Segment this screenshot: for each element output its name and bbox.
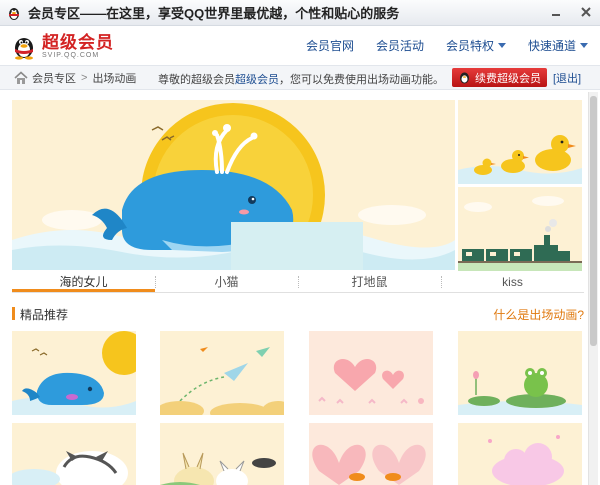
notice-highlight[interactable]: 超级会员 (235, 74, 279, 86)
tab-kitten[interactable]: 小猫 (155, 271, 298, 292)
section-title: 精品推荐 (20, 308, 69, 322)
top-nav: 会员官网 会员活动 会员特权 快速通道 (306, 37, 588, 54)
tab-whack-a-mole[interactable]: 打地鼠 (298, 271, 441, 292)
vertical-scrollbar[interactable] (588, 92, 598, 485)
nav-quick-access[interactable]: 快速通道 (528, 37, 588, 54)
nav-label: 会员特权 (445, 39, 494, 53)
tab-kiss[interactable]: kiss (441, 271, 584, 292)
redacted-region (231, 222, 363, 270)
animation-tabs: 海的女儿 小猫 打地鼠 kiss (12, 271, 584, 293)
logo-main-text: 超级会员 (42, 32, 114, 52)
nav-member-site[interactable]: 会员官网 (306, 37, 354, 54)
thumbnail-hearts[interactable] (309, 331, 433, 415)
renew-svip-button[interactable]: 续费超级会员 (452, 68, 547, 87)
penguin-badge-icon (460, 72, 469, 84)
caret-down-icon (497, 43, 506, 48)
cat-thumb-image (12, 423, 136, 485)
nav-label: 快速通道 (527, 39, 576, 53)
thumbnail-whale[interactable] (12, 331, 136, 415)
featured-thumbnail-ducks[interactable] (458, 100, 582, 184)
thumbnail-frog[interactable] (458, 331, 582, 415)
svip-logo: 超级会员 SVIP.QQ.COM (10, 32, 114, 60)
notice-text: 尊敬的超级会员 (158, 74, 235, 86)
qq-penguin-icon (9, 7, 19, 20)
logo-sub-text: SVIP.QQ.COM (42, 51, 100, 59)
exit-link[interactable]: [退出] (553, 70, 581, 86)
nav-member-events[interactable]: 会员活动 (376, 37, 424, 54)
hearts-thumb-image (309, 331, 433, 415)
thumbnail-rabbits[interactable] (160, 423, 284, 485)
window-title: 会员专区——在这里，享受QQ世界里最优越，个性和贴心的服务 (28, 6, 400, 21)
what-is-animation-link[interactable]: 什么是出场动画? (493, 306, 584, 323)
qq-vip-window: 会员专区——在这里，享受QQ世界里最优越，个性和贴心的服务 超级会员 SVIP.… (0, 0, 600, 485)
thumbnail-cat[interactable] (12, 423, 136, 485)
header: 超级会员 SVIP.QQ.COM 会员官网 会员活动 会员特权 快速通道 (0, 27, 600, 65)
qq-penguin-logo-icon (15, 38, 33, 60)
member-notice: 尊敬的超级会员超级会员，您可以免费使用出场动画功能。 (158, 71, 444, 87)
thumbnail-paper-planes[interactable] (160, 331, 284, 415)
breadcrumb-item-entrance-animation: 出场动画 (92, 72, 137, 85)
featured-animation-whale[interactable] (12, 100, 455, 270)
train-scene-image (458, 187, 582, 271)
thumbnail-goldfish[interactable] (309, 423, 433, 485)
home-icon[interactable] (14, 70, 28, 85)
minimize-icon[interactable] (548, 4, 564, 20)
whale-thumb-image (12, 331, 136, 415)
title-bar: 会员专区——在这里，享受QQ世界里最优越，个性和贴心的服务 (0, 0, 600, 26)
goldfish-thumb-image (309, 423, 433, 485)
rabbits-thumb-image (160, 423, 284, 485)
recommended-section-header: 精品推荐 什么是出场动画? (12, 305, 584, 323)
caret-down-icon (580, 43, 588, 48)
ducks-scene-image (458, 100, 582, 184)
paper-planes-thumb-image (160, 331, 284, 415)
section-accent-bar (12, 307, 15, 320)
close-icon[interactable] (578, 4, 594, 20)
breadcrumb-item-member-area[interactable]: 会员专区 (32, 70, 76, 86)
thumbnail-clouds[interactable] (458, 423, 582, 485)
tab-little-mermaid[interactable]: 海的女儿 (12, 271, 155, 292)
frog-thumb-image (458, 331, 582, 415)
notice-text: ，您可以免费使用出场动画功能。 (279, 74, 444, 86)
nav-label: 会员活动 (375, 39, 424, 53)
nav-label: 会员官网 (305, 39, 354, 53)
featured-thumbnail-train[interactable] (458, 187, 582, 271)
renew-button-label: 续费超级会员 (475, 72, 541, 85)
breadcrumb-bar: 会员专区 > 出场动画 尊敬的超级会员超级会员，您可以免费使用出场动画功能。 续… (0, 65, 600, 90)
main-content: 海的女儿 小猫 打地鼠 kiss 精品推荐 什么是出场动画? (0, 92, 600, 485)
clouds-thumb-image (458, 423, 582, 485)
scrollbar-thumb[interactable] (590, 96, 597, 346)
nav-member-privileges[interactable]: 会员特权 (446, 37, 506, 54)
breadcrumb-separator: > (81, 71, 88, 84)
